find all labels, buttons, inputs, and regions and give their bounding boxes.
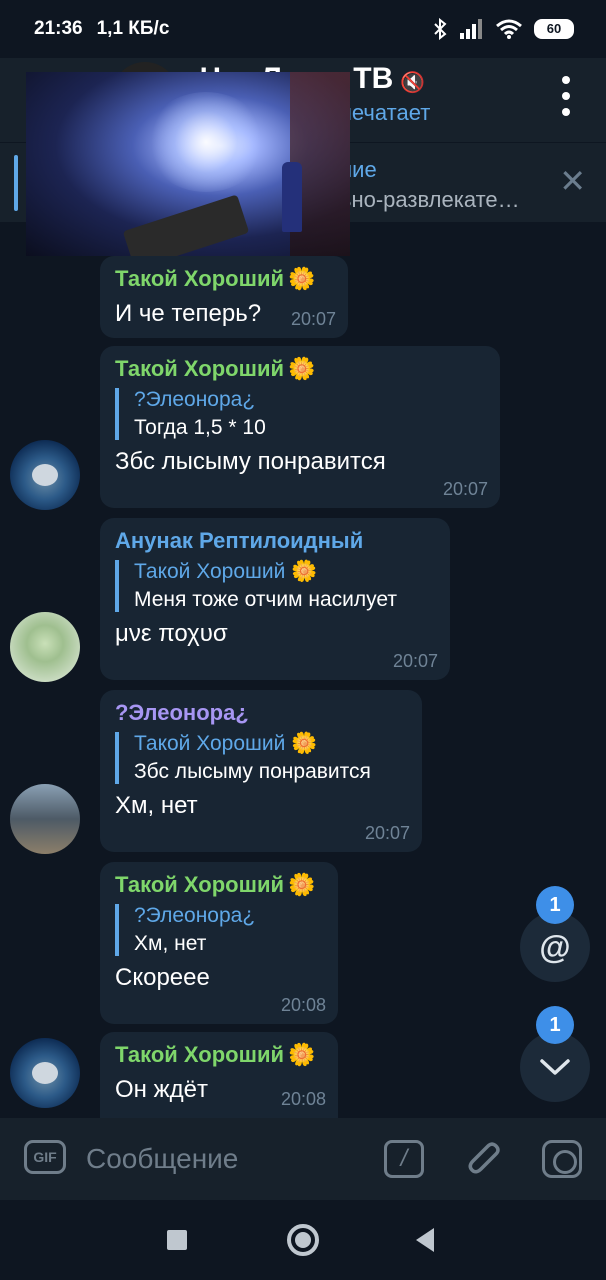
pinned-indicator [14, 155, 18, 211]
battery-icon: 60 [534, 19, 574, 39]
status-speed: 1,1 КБ/с [96, 18, 170, 39]
reply-text: Меня тоже отчим насилует [134, 588, 398, 611]
bot-command-icon[interactable]: / [384, 1140, 424, 1178]
avatar[interactable] [10, 440, 80, 510]
sender-name[interactable]: ?Элеонора¿ [115, 700, 249, 725]
avatar[interactable] [10, 612, 80, 682]
reply-quote[interactable]: ?Элеонора¿ Тогда 1,5 * 10 [115, 388, 486, 440]
more-menu-icon[interactable] [556, 76, 576, 116]
mentions-badge: 1 [536, 886, 574, 924]
sender-row: Такой Хороший 🌼 [115, 266, 334, 292]
message-time: 20:07 [392, 651, 438, 671]
reply-name: Такой Хороший 🌼 [134, 732, 318, 755]
sender-name[interactable]: Такой Хороший [115, 1042, 284, 1067]
avatar[interactable] [10, 784, 80, 854]
reply-text: Збс лысыму понравится [134, 760, 371, 783]
wifi-icon [496, 19, 522, 39]
reply-quote[interactable]: Такой Хороший 🌼 Меня тоже отчим насилует [115, 560, 436, 612]
message-time: 20:07 [442, 479, 488, 499]
signal-icon [460, 19, 482, 39]
pip-video[interactable] [26, 72, 350, 256]
system-nav-bar [0, 1200, 606, 1280]
reply-name: ?Элеонора¿ [134, 904, 256, 927]
pip-scene-figure [282, 162, 302, 232]
message-bubble[interactable]: Анунак Рептилоидный Такой Хороший 🌼 Меня… [100, 518, 450, 680]
message-bubble[interactable]: Такой Хороший 🌼 ?Элеонора¿ Хм, нет Скорее… [100, 862, 338, 1024]
chevron-down-icon [540, 1059, 570, 1075]
sender-name[interactable]: Такой Хороший [115, 356, 284, 381]
flower-emoji: 🌼 [288, 872, 316, 897]
message-text: μνε ποχυσ [115, 620, 228, 647]
flower-emoji: 🌼 [288, 266, 316, 291]
chat-subtitle: печатает [340, 100, 431, 125]
at-icon: @ [539, 928, 571, 965]
message-bubble[interactable]: Такой Хороший 🌼 Он ждёт 20:08 [100, 1032, 338, 1118]
message-bubble[interactable]: Такой Хороший 🌼 ?Элеонора¿ Тогда 1,5 * 10… [100, 346, 500, 508]
status-time: 21:36 [34, 18, 83, 39]
status-bar: 21:36 1,1 КБ/с 60 [0, 0, 606, 58]
sender-name[interactable]: Такой Хороший [115, 872, 284, 897]
sender-row: ?Элеонора¿ [115, 700, 408, 726]
bluetooth-icon [434, 18, 447, 40]
message-text: Збс лысыму понравится [115, 448, 386, 475]
sender-row: Анунак Рептилоидный [115, 528, 436, 554]
sender-name[interactable]: Анунак Рептилоидный [115, 528, 363, 553]
reply-quote[interactable]: ?Элеонора¿ Хм, нет [115, 904, 324, 956]
home-button[interactable] [287, 1224, 319, 1256]
message-time: 20:08 [280, 1089, 326, 1109]
message-text: Скореее [115, 964, 210, 991]
message-time: 20:07 [290, 309, 336, 329]
recents-button[interactable] [167, 1230, 187, 1250]
message-composer: GIF / [0, 1118, 606, 1200]
reply-quote[interactable]: Такой Хороший 🌼 Збс лысыму понравится [115, 732, 408, 784]
reply-text: Хм, нет [134, 932, 207, 955]
reply-name: ?Элеонора¿ [134, 388, 256, 411]
unread-badge: 1 [536, 1006, 574, 1044]
message-time: 20:08 [280, 995, 326, 1015]
sender-row: Такой Хороший 🌼 [115, 356, 486, 382]
flower-emoji: 🌼 [288, 356, 316, 381]
message-time: 20:07 [364, 823, 410, 843]
reply-text: Тогда 1,5 * 10 [134, 416, 266, 439]
avatar[interactable] [10, 1038, 80, 1108]
message-bubble[interactable]: ?Элеонора¿ Такой Хороший 🌼 Збс лысыму по… [100, 690, 422, 852]
message-text: Хм, нет [115, 792, 198, 819]
sender-name[interactable]: Такой Хороший [115, 266, 284, 291]
pinned-text: ьно-развлекате… [340, 187, 520, 212]
message-input[interactable] [86, 1138, 366, 1180]
camera-icon[interactable] [542, 1140, 582, 1178]
sender-row: Такой Хороший 🌼 [115, 1042, 324, 1068]
attach-icon[interactable] [464, 1138, 504, 1182]
gif-icon[interactable]: GIF [24, 1140, 66, 1174]
message-bubble[interactable]: Такой Хороший 🌼 И че теперь? 20:07 [100, 256, 348, 338]
pip-scene-weapon [122, 194, 250, 256]
close-icon[interactable]: ✕ [559, 165, 586, 197]
sender-row: Такой Хороший 🌼 [115, 872, 324, 898]
pip-scene-lightning [146, 92, 266, 192]
back-button[interactable] [416, 1228, 434, 1252]
flower-emoji: 🌼 [288, 1042, 316, 1067]
muted-icon: 🔇 [400, 72, 425, 94]
reply-name: Такой Хороший 🌼 [134, 560, 318, 583]
